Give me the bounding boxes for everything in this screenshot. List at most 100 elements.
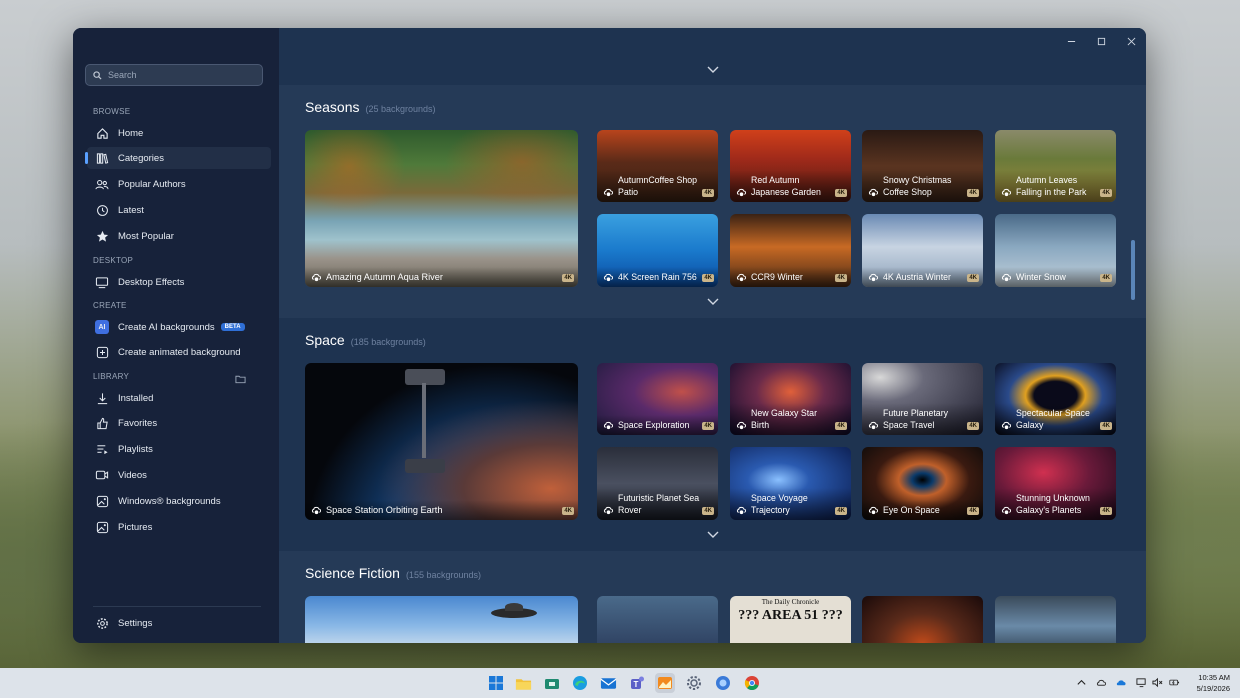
cloud-download-icon	[868, 421, 879, 430]
card-seasons-6[interactable]: CCR9 Winter 4K	[730, 214, 851, 287]
sidebar-item-windows-backgrounds[interactable]: Windows® backgrounds	[87, 490, 271, 512]
create-heading: CREATE	[93, 301, 127, 310]
maximize-button[interactable]	[1086, 28, 1116, 54]
sidebar-item-categories[interactable]: Categories	[85, 147, 271, 169]
folder-icon[interactable]	[235, 371, 246, 384]
chrome-browser-icon[interactable]	[742, 673, 762, 693]
sidebar-item-label: Windows® backgrounds	[118, 495, 221, 507]
card-seasons-8[interactable]: Winter Snow 4K	[995, 214, 1116, 287]
sidebar-item-playlists[interactable]: Playlists	[87, 438, 271, 460]
card-label: CCR9 Winter	[730, 267, 851, 287]
mail-icon[interactable]	[598, 673, 618, 693]
sidebar-item-label: Categories	[118, 152, 164, 164]
card-featured[interactable]: Space Station Orbiting Earth 4K	[305, 363, 578, 520]
cloud-download-icon	[603, 188, 614, 197]
section-title: Seasons (25 backgrounds)	[305, 99, 436, 115]
card-space-4[interactable]: Spectacular Space Galaxy 4K	[995, 363, 1116, 435]
section-count: (25 backgrounds)	[365, 104, 436, 114]
sidebar-item-label: Home	[118, 127, 144, 139]
clock-date: 5/19/2026	[1196, 684, 1230, 693]
sidebar-item-create-animated[interactable]: Create animated background	[87, 341, 271, 363]
battery-charging-icon[interactable]	[1169, 677, 1180, 688]
cloud-download-icon	[868, 188, 879, 197]
card-scifi-4[interactable]	[995, 596, 1116, 643]
sidebar-item-popular-authors[interactable]: Popular Authors	[87, 173, 271, 195]
network-icon[interactable]	[1136, 677, 1147, 688]
scrollbar-thumb[interactable]	[1131, 240, 1135, 300]
card-scifi-3[interactable]	[862, 596, 983, 643]
teams-icon[interactable]: T	[627, 673, 647, 693]
chevron-up-icon[interactable]	[1076, 677, 1087, 688]
card-seasons-4[interactable]: Autumn Leaves Falling in the Park 4K	[995, 130, 1116, 202]
card-seasons-3[interactable]: Snowy Christmas Coffee Shop 4K	[862, 130, 983, 202]
onedrive-icon[interactable]	[1116, 677, 1127, 688]
section-name: Science Fiction	[305, 565, 400, 581]
playlist-icon	[94, 441, 110, 457]
card-space-7[interactable]: Eye On Space 4K	[862, 447, 983, 520]
sidebar-item-create-ai[interactable]: AI Create AI backgrounds BETA	[87, 316, 271, 338]
card-space-6[interactable]: Space Voyage Trajectory 4K	[730, 447, 851, 520]
4k-badge: 4K	[562, 274, 574, 282]
card-label: Space Station Orbiting Earth	[305, 500, 578, 520]
card-scifi-2[interactable]: The Daily Chronicle ??? AREA 51 ???	[730, 596, 851, 643]
sidebar-item-favorites[interactable]: Favorites	[87, 412, 271, 434]
sidebar-item-settings[interactable]: Settings	[87, 612, 271, 634]
card-featured[interactable]: Amazing Autumn Aqua River 4K	[305, 130, 578, 287]
main-content: Seasons (25 backgrounds) Amazing Autumn …	[279, 28, 1146, 643]
sidebar-item-label: Videos	[118, 469, 147, 481]
volume-muted-icon[interactable]	[1152, 677, 1163, 688]
file-explorer-icon[interactable]	[513, 673, 533, 693]
section-name: Space	[305, 332, 345, 348]
cloud-download-icon	[603, 506, 614, 515]
search-input[interactable]: Search	[85, 64, 263, 86]
sidebar-item-latest[interactable]: Latest	[87, 199, 271, 221]
wallpaper-app-icon[interactable]	[655, 673, 675, 693]
card-seasons-7[interactable]: 4K Austria Winter 4K	[862, 214, 983, 287]
cloud-download-icon	[311, 273, 322, 282]
chevron-down-icon[interactable]	[706, 65, 720, 75]
star-icon	[94, 228, 110, 244]
sidebar-item-videos[interactable]: Videos	[87, 464, 271, 486]
clock[interactable]: 10:35 AM 5/19/2026	[1197, 672, 1230, 694]
chevron-down-icon[interactable]	[706, 530, 720, 540]
sidebar-item-pictures[interactable]: Pictures	[87, 516, 271, 538]
4k-badge: 4K	[1100, 507, 1112, 515]
section-title: Space (185 backgrounds)	[305, 332, 426, 348]
card-space-2[interactable]: New Galaxy Star Birth 4K	[730, 363, 851, 435]
edge-browser-icon[interactable]	[570, 673, 590, 693]
cloud-download-icon	[736, 273, 747, 282]
home-icon	[94, 125, 110, 141]
card-scifi-1[interactable]	[597, 596, 718, 643]
sidebar-item-desktop-effects[interactable]: Desktop Effects	[87, 271, 271, 293]
sidebar-item-label: Create AI backgrounds	[118, 321, 215, 333]
cloud-download-icon	[736, 188, 747, 197]
search-placeholder: Search	[108, 70, 137, 80]
cloud-sync-icon[interactable]	[1096, 677, 1107, 688]
card-space-3[interactable]: Future Planetary Space Travel 4K	[862, 363, 983, 435]
card-space-5[interactable]: Futuristic Planet Sea Rover 4K	[597, 447, 718, 520]
sidebar: Search BROWSE Home Categories Popular Au…	[73, 28, 279, 643]
sidebar-item-most-popular[interactable]: Most Popular	[87, 225, 271, 247]
card-featured[interactable]	[305, 596, 578, 643]
card-seasons-5[interactable]: 4K Screen Rain 756 4K	[597, 214, 718, 287]
settings-app-icon[interactable]	[684, 673, 704, 693]
sidebar-item-home[interactable]: Home	[87, 122, 271, 144]
card-label: 4K Austria Winter	[862, 267, 983, 287]
cloud-download-icon	[603, 421, 614, 430]
store-icon[interactable]	[542, 673, 562, 693]
4k-badge: 4K	[702, 189, 714, 197]
card-space-8[interactable]: Stunning Unknown Galaxy's Planets 4K	[995, 447, 1116, 520]
card-space-1[interactable]: Space Exploration 4K	[597, 363, 718, 435]
gear-icon	[94, 615, 110, 631]
minimize-button[interactable]	[1056, 28, 1086, 54]
clock-time: 10:35 AM	[1198, 673, 1230, 682]
close-button[interactable]	[1116, 28, 1146, 54]
sidebar-item-installed[interactable]: Installed	[87, 387, 271, 409]
card-seasons-1[interactable]: AutumnCoffee Shop Patio 4K	[597, 130, 718, 202]
ai-icon: AI	[94, 319, 110, 335]
card-seasons-2[interactable]: Red Autumn Japanese Garden 4K	[730, 130, 851, 202]
app-icon[interactable]	[713, 673, 733, 693]
windows-start-icon[interactable]	[486, 673, 506, 693]
chevron-down-icon[interactable]	[706, 297, 720, 307]
cloud-download-icon	[868, 506, 879, 515]
